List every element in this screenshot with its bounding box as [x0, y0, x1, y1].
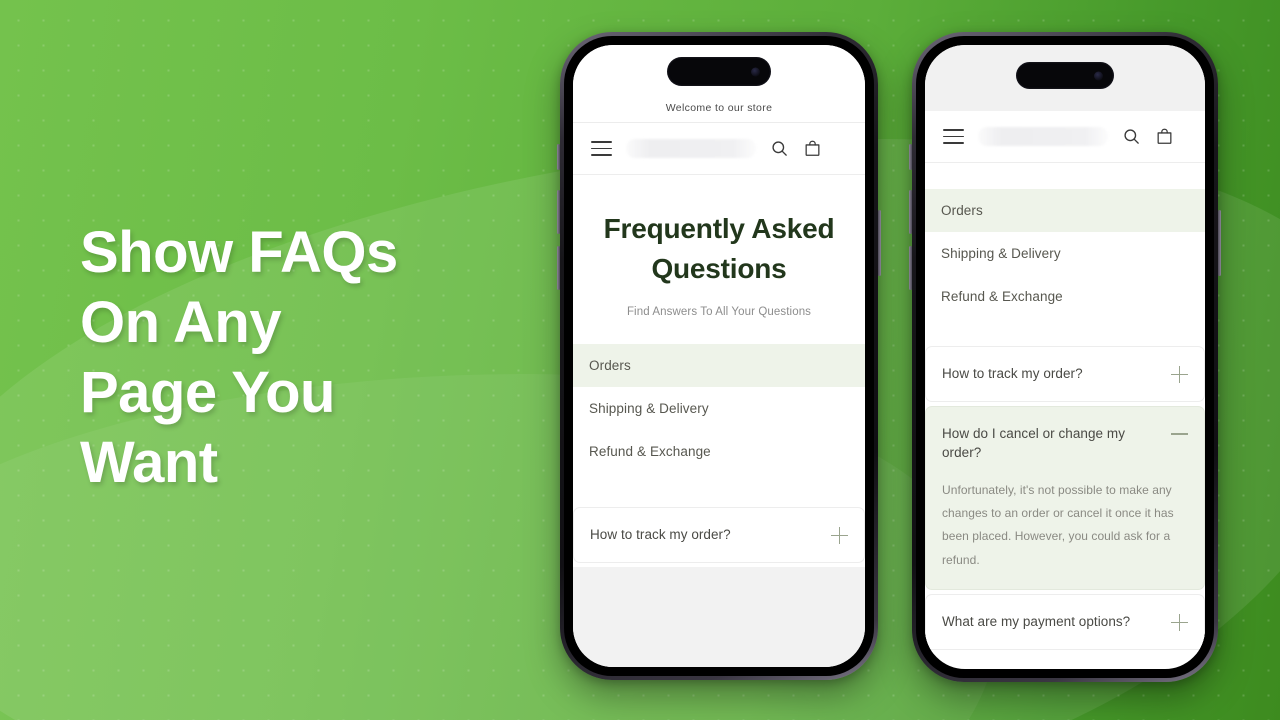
store-navbar-left [573, 123, 865, 175]
plus-icon[interactable] [831, 527, 848, 545]
shopping-bag-icon[interactable] [803, 139, 822, 158]
store-navbar-right [925, 111, 1205, 163]
headline-line-2: On Any [80, 290, 282, 355]
headline: Show FAQs On Any Page You Want [80, 218, 550, 498]
store-logo-placeholder[interactable] [626, 139, 756, 158]
headline-line-3: Page You [80, 360, 335, 425]
phone-power-button [1218, 210, 1221, 276]
navbar-icons [770, 139, 822, 158]
faq-question: What are my payment options? [942, 614, 1131, 630]
hamburger-icon[interactable] [943, 129, 964, 144]
faq-question: How do I cancel or change my order? [942, 425, 1125, 461]
faq-item-list-right: How to track my order? How do I cancel o… [925, 346, 1205, 654]
phone-silent-switch [557, 144, 560, 170]
faq-answer: Unfortunately, it's not possible to make… [942, 482, 1174, 567]
faq-category-refund-exchange[interactable]: Refund & Exchange [573, 430, 865, 473]
front-camera-icon [1094, 71, 1103, 80]
faq-section-divider [925, 318, 1205, 346]
phone-mockup-left: Welcome to our store Frequently Asked Qu… [557, 32, 881, 680]
plus-icon[interactable] [1171, 366, 1188, 383]
phone-screen-right: Orders Shipping & Delivery Refund & Exch… [925, 45, 1205, 669]
faq-section-divider [573, 473, 865, 508]
phone-volume-up-button [909, 190, 912, 234]
minus-icon[interactable] [1171, 426, 1188, 443]
faq-category-orders[interactable]: Orders [573, 344, 865, 388]
plus-icon[interactable] [1171, 614, 1188, 632]
phone-screen-left: Welcome to our store Frequently Asked Qu… [573, 45, 865, 667]
faq-item-track-order[interactable]: How to track my order? [925, 346, 1205, 402]
phone-bezel-left: Welcome to our store Frequently Asked Qu… [564, 36, 874, 676]
page-title: Frequently Asked Questions [603, 213, 835, 285]
phone-volume-down-button [909, 246, 912, 290]
front-camera-icon [751, 67, 760, 76]
faq-category-refund-exchange[interactable]: Refund & Exchange [925, 275, 1205, 318]
phone-mockup-right: Orders Shipping & Delivery Refund & Exch… [909, 32, 1221, 682]
search-icon[interactable] [1122, 127, 1141, 146]
headline-line-4: Want [80, 430, 218, 495]
navbar-icons [1122, 127, 1174, 146]
page-subtitle: Find Answers To All Your Questions [626, 306, 812, 319]
faq-question: How to track my order? [590, 527, 731, 543]
faq-item-track-order[interactable]: How to track my order? [573, 507, 865, 563]
faq-item-cancel-change-order[interactable]: How do I cancel or change my order? Unfo… [925, 405, 1205, 591]
faq-item-payment-options[interactable]: What are my payment options? [925, 594, 1205, 650]
dynamic-island [667, 57, 771, 86]
faq-header-left: Frequently Asked Questions Find Answers … [573, 175, 865, 345]
faq-category-list-left: Orders Shipping & Delivery Refund & Exch… [573, 344, 865, 474]
content-top-spacer [925, 163, 1205, 189]
phone-bezel-right: Orders Shipping & Delivery Refund & Exch… [916, 36, 1214, 678]
faq-category-orders[interactable]: Orders [925, 189, 1205, 232]
headline-line-1: Show FAQs [80, 220, 398, 285]
faq-category-list-right: Orders Shipping & Delivery Refund & Exch… [925, 189, 1205, 318]
faq-category-shipping-delivery[interactable]: Shipping & Delivery [573, 387, 865, 430]
hamburger-icon[interactable] [591, 141, 612, 156]
faq-question: How to track my order? [942, 366, 1083, 381]
phone-volume-up-button [557, 190, 560, 234]
phone-silent-switch [909, 144, 912, 170]
phone-power-button [878, 210, 881, 276]
faq-category-shipping-delivery[interactable]: Shipping & Delivery [925, 232, 1205, 275]
store-logo-placeholder[interactable] [978, 127, 1108, 146]
announcement-bar: Welcome to our store [573, 93, 865, 123]
page-bottom-area [573, 566, 865, 667]
search-icon[interactable] [770, 139, 789, 158]
phone-volume-down-button [557, 246, 560, 290]
dynamic-island [1016, 62, 1114, 89]
faq-item-list-left: How to track my order? [573, 507, 865, 567]
shopping-bag-icon[interactable] [1155, 127, 1174, 146]
